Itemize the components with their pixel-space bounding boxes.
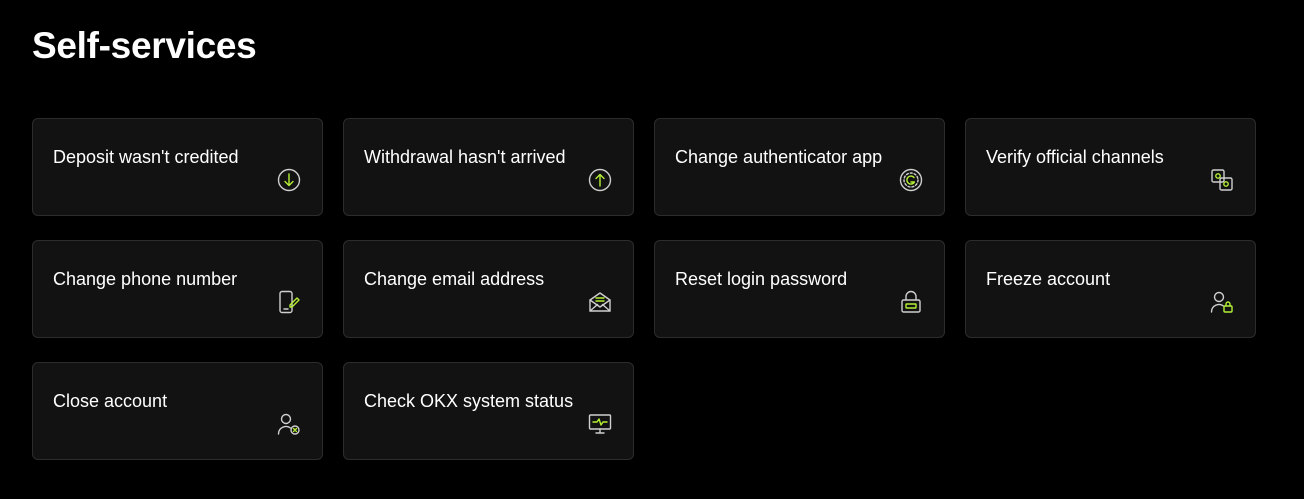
self-services-grid: Deposit wasn't credited Withdrawal hasn'…: [32, 118, 1256, 460]
card-close-account[interactable]: Close account: [32, 362, 323, 460]
authenticator-icon: [898, 167, 924, 193]
card-freeze-account[interactable]: Freeze account: [965, 240, 1256, 338]
card-change-email-address[interactable]: Change email address: [343, 240, 634, 338]
card-deposit-not-credited[interactable]: Deposit wasn't credited: [32, 118, 323, 216]
card-withdrawal-not-arrived[interactable]: Withdrawal hasn't arrived: [343, 118, 634, 216]
user-lock-icon: [1209, 289, 1235, 315]
card-label: Close account: [53, 391, 168, 411]
card-label: Verify official channels: [986, 147, 1164, 167]
page-title: Self-services: [32, 25, 257, 66]
card-verify-official-channels[interactable]: Verify official channels: [965, 118, 1256, 216]
card-label: Change email address: [364, 269, 545, 289]
upload-icon: [587, 167, 613, 193]
envelope-icon: [587, 289, 613, 315]
card-label: Withdrawal hasn't arrived: [364, 147, 566, 167]
phone-edit-icon: [276, 289, 302, 315]
card-check-system-status[interactable]: Check OKX system status: [343, 362, 634, 460]
card-label: Change authenticator app: [675, 147, 883, 167]
card-label: Freeze account: [986, 269, 1111, 289]
card-change-phone-number[interactable]: Change phone number: [32, 240, 323, 338]
card-change-authenticator[interactable]: Change authenticator app: [654, 118, 945, 216]
card-label: Reset login password: [675, 269, 848, 289]
lock-reset-icon: [898, 289, 924, 315]
user-remove-icon: [276, 411, 302, 437]
card-reset-login-password[interactable]: Reset login password: [654, 240, 945, 338]
monitor-status-icon: [587, 411, 613, 437]
card-label: Check OKX system status: [364, 391, 574, 411]
card-label: Change phone number: [53, 269, 238, 289]
verify-channels-icon: [1209, 167, 1235, 193]
download-icon: [276, 167, 302, 193]
card-label: Deposit wasn't credited: [53, 147, 239, 167]
